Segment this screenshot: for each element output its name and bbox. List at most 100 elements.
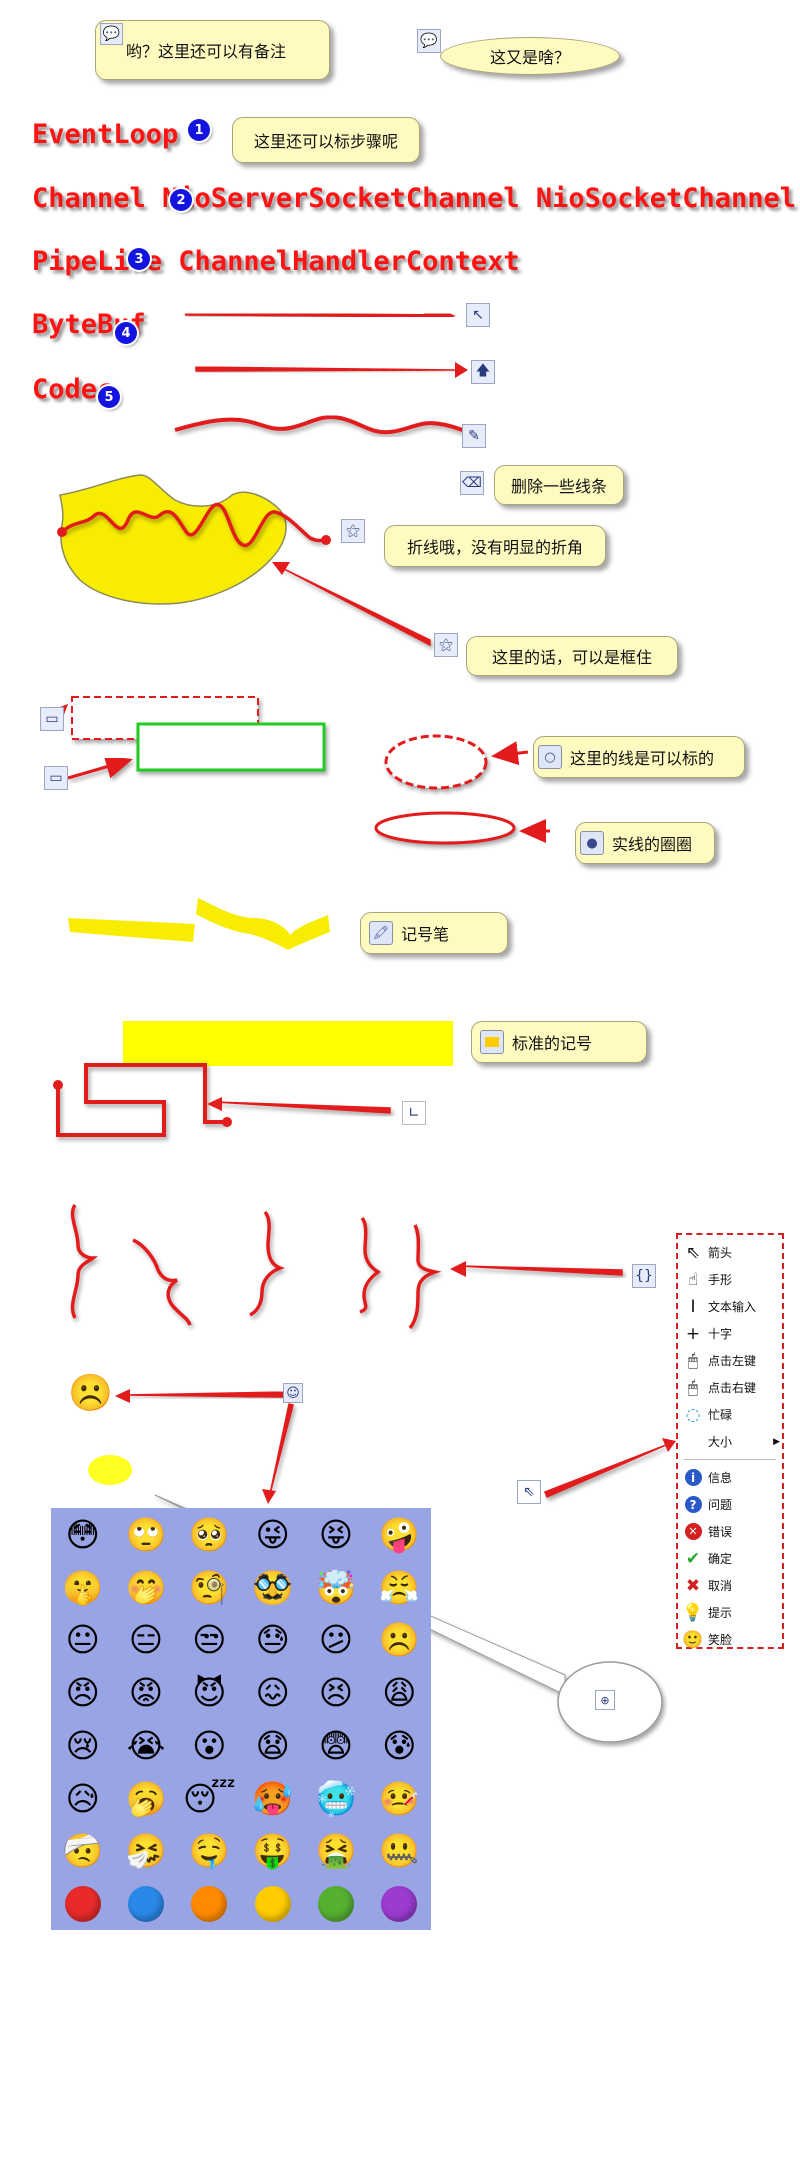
step-marker-2[interactable]: 2 [170, 189, 192, 211]
emoji-cell[interactable]: 😒 [192, 1623, 226, 1656]
emoji-cell[interactable]: 🧐 [189, 1571, 230, 1604]
menu-item-error[interactable]: ✕ 错误 [678, 1518, 782, 1545]
menu-item-info[interactable]: i 信息 [678, 1464, 782, 1491]
emoji-cell[interactable]: 😳 [65, 1518, 99, 1551]
color-dot[interactable] [381, 1885, 418, 1922]
note-polyline[interactable]: 折线哦，没有明显的折角 [384, 525, 606, 567]
color-dot[interactable] [317, 1885, 354, 1922]
color-dot[interactable] [191, 1885, 228, 1922]
cursor-menu[interactable]: ⇖ 箭头 ☝ 手形 I 文本输入 + 十字 🖱 点击左键 🖱 点击右键 ◌ 忙碌 大小 ▶ i信… [676, 1233, 784, 1650]
emoji-cell[interactable]: ☹️ [379, 1623, 420, 1656]
pencil-tool-icon[interactable]: ✎ [462, 424, 486, 448]
emoji-cell[interactable]: 🥵 [252, 1782, 293, 1815]
emoji-cell[interactable]: 😮 [192, 1729, 226, 1762]
rect-tool-icon[interactable]: ▭ [44, 766, 68, 790]
emoji-cell[interactable]: 😈 [192, 1676, 226, 1709]
emoji-cell[interactable]: 😑 [129, 1623, 163, 1656]
speech-bubble-icon[interactable]: 💬 [417, 29, 441, 53]
speech-bubble-icon[interactable]: 💬 [100, 23, 123, 45]
emoji-cell[interactable]: 🥶 [315, 1782, 356, 1815]
menu-item-text[interactable]: I 文本输入 [678, 1293, 782, 1320]
step-marker-4[interactable]: 4 [115, 322, 137, 344]
label-pipeline: PipeLine ChannelHandlerContext [32, 246, 520, 277]
dashed-ellipse [384, 734, 488, 790]
emoji-cell[interactable]: 🤕 [62, 1834, 103, 1867]
note-delete-lines[interactable]: 删除一些线条 [494, 465, 624, 505]
smiley-tool-icon[interactable]: ☺ [283, 1383, 303, 1403]
emoji-cell[interactable]: 😕 [319, 1623, 353, 1656]
menu-item-cancel[interactable]: ✖ 取消 [678, 1572, 782, 1599]
note-solid-ellipse[interactable]: ● 实线的圈圈 [575, 822, 715, 864]
emoji-cell[interactable]: 😡 [129, 1676, 163, 1709]
brace-tool-icon[interactable]: {} [632, 1264, 656, 1288]
emoji-palette[interactable]: 😳 🙄 🥺 😜 😝 🤪 🤫 🤭 🧐 🥸 🤯 😤 😐 😑 😒 😓 😕 ☹️ 😠 😡 😈 😖 😣 😩 😢 😭 😮 😧 😨 😰 😥 🥱 😴 🥵 🥶 🤒 🤕 🤧 🤤… [51, 1508, 431, 1930]
emoji-cell[interactable]: 😢 [65, 1729, 99, 1762]
emoji-cell[interactable]: 🤭 [125, 1571, 166, 1604]
emoji-cell[interactable]: 🥸 [252, 1571, 293, 1604]
emoji-cell[interactable]: 🤫 [62, 1571, 103, 1604]
arrow-tool-icon[interactable]: ↖ [466, 303, 490, 327]
note-frame[interactable]: 这里的话，可以是框住 [466, 636, 678, 676]
emoji-cell[interactable]: 🤤 [189, 1834, 230, 1867]
emoji-cell[interactable]: 😴 [183, 1782, 236, 1815]
emoji-cell[interactable]: 😣 [319, 1676, 353, 1709]
emoji-cell[interactable]: 😥 [65, 1782, 99, 1815]
emoji-cell[interactable]: 🤒 [379, 1782, 420, 1815]
note-step[interactable]: 这里还可以标步骤呢 [232, 117, 420, 163]
menu-item-hand[interactable]: ☝ 手形 [678, 1266, 782, 1293]
emoji-cell[interactable]: 😰 [382, 1729, 416, 1762]
menu-item-left-click[interactable]: 🖱 点击左键 [678, 1347, 782, 1374]
polyline-tool-icon[interactable]: ⚝ [341, 519, 365, 543]
step-marker-1[interactable]: 1 [188, 119, 210, 141]
note-bubble-1[interactable]: 哟？这里还可以有备注 [95, 20, 330, 80]
emoji-cell[interactable]: 😐 [65, 1623, 99, 1656]
emoji-cell[interactable]: 😖 [255, 1676, 289, 1709]
emoji-cell[interactable]: 🤯 [315, 1571, 356, 1604]
magnifier-center-icon: ⊕ [595, 1690, 615, 1710]
ellipse-solid-tool-icon: ● [580, 831, 604, 855]
cursor-plus-tool-icon[interactable]: ⇖ [517, 1480, 541, 1504]
menu-item-busy[interactable]: ◌ 忙碌 [678, 1401, 782, 1428]
emoji-cell[interactable]: 🤪 [379, 1518, 420, 1551]
frame-tool-icon[interactable]: ⚝ [434, 633, 458, 657]
menu-item-smile[interactable]: 🙂 笑脸 [678, 1626, 782, 1653]
step-marker-5[interactable]: 5 [98, 386, 120, 408]
color-dot[interactable] [127, 1885, 164, 1922]
menu-item-question[interactable]: ? 问题 [678, 1491, 782, 1518]
note-marker-pen[interactable]: 🖍 记号笔 [360, 912, 508, 954]
emoji-cell[interactable]: 🥱 [125, 1782, 166, 1815]
note-dashed-ellipse[interactable]: ○ 这里的线是可以标的 [533, 736, 745, 778]
color-dot[interactable] [254, 1885, 291, 1922]
emoji-cell[interactable]: 🙄 [125, 1518, 166, 1551]
emoji-cell[interactable]: 😤 [379, 1571, 420, 1604]
color-dot[interactable] [64, 1885, 101, 1922]
thick-arrow-tool-icon[interactable]: 🡅 [471, 360, 495, 384]
emoji-cell[interactable]: 😨 [319, 1729, 353, 1762]
emoji-cell[interactable]: 🥺 [189, 1518, 230, 1551]
label-eventloop: EventLoop [32, 119, 179, 150]
note-standard-marker[interactable]: 标准的记号 [471, 1021, 647, 1063]
step-marker-3[interactable]: 3 [128, 248, 150, 270]
emoji-cell[interactable]: 😧 [255, 1729, 289, 1762]
menu-item-ok[interactable]: ✔ 确定 [678, 1545, 782, 1572]
emoji-cell[interactable]: 🤐 [379, 1834, 420, 1867]
elbow-line-tool-icon[interactable]: ∟ [402, 1101, 426, 1125]
emoji-cell[interactable]: 🤮 [315, 1834, 356, 1867]
menu-item-right-click[interactable]: 🖱 点击右键 [678, 1374, 782, 1401]
menu-item-cross[interactable]: + 十字 [678, 1320, 782, 1347]
emoji-cell[interactable]: 😭 [127, 1729, 166, 1762]
menu-item-size[interactable]: 大小 ▶ [678, 1428, 782, 1455]
emoji-cell[interactable]: 🤧 [125, 1834, 166, 1867]
emoji-cell[interactable]: 😓 [255, 1623, 289, 1656]
emoji-cell[interactable]: 😝 [319, 1518, 353, 1551]
note-bubble-2[interactable]: 这又是啥？ [440, 37, 620, 75]
emoji-cell[interactable]: 😩 [382, 1676, 416, 1709]
menu-item-tip[interactable]: 💡 提示 [678, 1599, 782, 1626]
emoji-cell[interactable]: 😜 [255, 1518, 289, 1551]
dashed-rect-tool-icon[interactable]: ▭ [40, 707, 64, 731]
emoji-cell[interactable]: 😠 [65, 1676, 99, 1709]
eraser-tool-icon[interactable]: ⌫ [460, 471, 484, 495]
emoji-cell[interactable]: 🤑 [252, 1834, 293, 1867]
busy-icon: ◌ [685, 1404, 701, 1425]
menu-item-arrow[interactable]: ⇖ 箭头 [678, 1239, 782, 1266]
